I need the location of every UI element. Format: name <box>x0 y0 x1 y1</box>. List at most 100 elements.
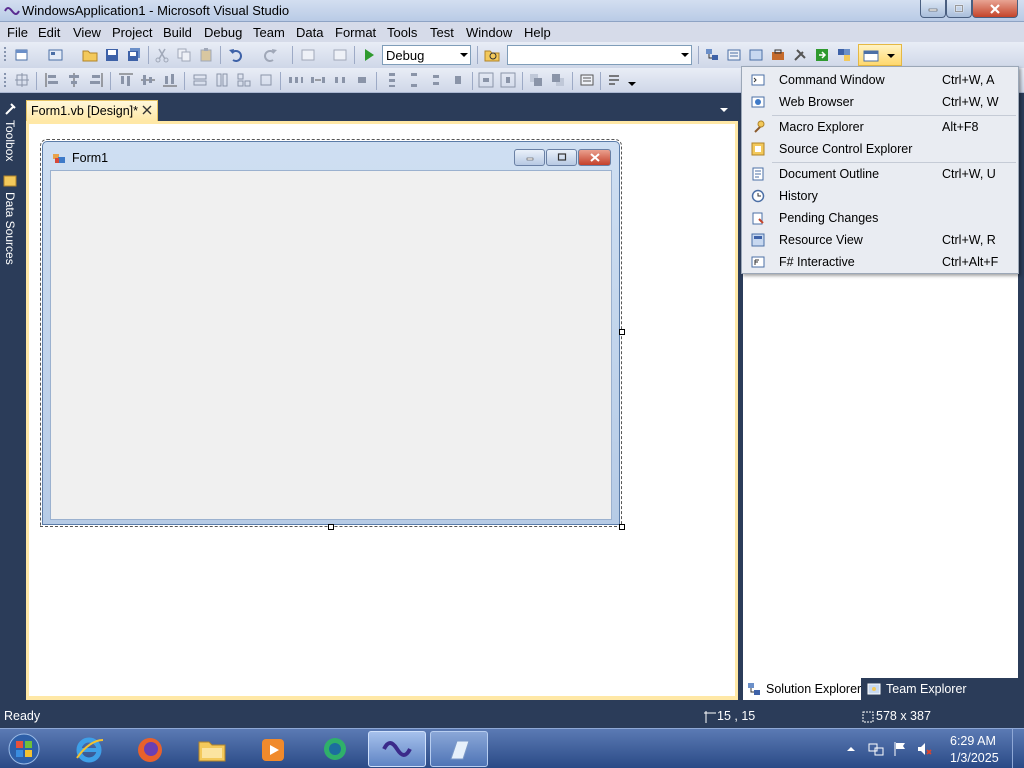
taskbar-visual-studio[interactable] <box>368 731 426 767</box>
copy-icon[interactable] <box>176 47 192 63</box>
solution-explorer-tab[interactable]: Solution Explorer <box>743 678 861 700</box>
align-centers-icon[interactable] <box>66 72 82 88</box>
add-item-icon[interactable] <box>48 47 64 63</box>
menu-item-fsharp-interactive[interactable]: F# Interactive Ctrl+Alt+F <box>744 251 1016 273</box>
bring-to-front-icon[interactable] <box>528 72 544 88</box>
menu-help[interactable]: Help <box>524 25 551 40</box>
navigate-backward-icon[interactable] <box>300 47 316 63</box>
toolbar-options-chevron-icon[interactable] <box>628 82 636 86</box>
align-to-grid-icon[interactable] <box>14 72 30 88</box>
save-all-icon[interactable] <box>126 47 142 63</box>
solution-configuration-combo[interactable]: Debug <box>382 45 471 65</box>
active-files-chevron-icon[interactable] <box>720 108 728 112</box>
windows-dropdown-button[interactable] <box>858 44 902 66</box>
align-rights-icon[interactable] <box>88 72 104 88</box>
data-sources-tab[interactable]: Data Sources <box>1 174 19 265</box>
tools-icon[interactable] <box>792 47 808 63</box>
menu-debug[interactable]: Debug <box>204 25 242 40</box>
team-explorer-tab[interactable]: Team Explorer <box>863 678 1003 700</box>
object-browser-icon[interactable] <box>748 47 764 63</box>
taskbar-internet-explorer[interactable] <box>60 731 118 767</box>
menu-tools[interactable]: Tools <box>387 25 417 40</box>
make-same-size-icon[interactable] <box>236 72 252 88</box>
menu-view[interactable]: View <box>73 25 101 40</box>
volume-muted-icon[interactable] <box>916 741 932 757</box>
toolbar-grip[interactable] <box>3 72 7 89</box>
form1-maximize-button[interactable] <box>546 149 577 166</box>
clock-date[interactable]: 1/3/2025 <box>950 751 999 765</box>
network-icon[interactable] <box>868 741 884 757</box>
align-lefts-icon[interactable] <box>44 72 60 88</box>
properties-window-icon[interactable] <box>726 47 742 63</box>
close-button[interactable] <box>972 0 1018 18</box>
center-vertically-icon[interactable] <box>500 72 516 88</box>
make-horizontal-spacing-equal-icon[interactable] <box>288 72 304 88</box>
menu-data[interactable]: Data <box>296 25 323 40</box>
menu-team[interactable]: Team <box>253 25 285 40</box>
menu-item-pending-changes[interactable]: Pending Changes <box>744 207 1016 229</box>
taskbar-media-player[interactable] <box>244 731 302 767</box>
navigate-forward-icon[interactable] <box>332 47 348 63</box>
extension-manager-icon[interactable] <box>836 47 852 63</box>
show-hidden-icons-chevron-icon[interactable] <box>846 743 862 759</box>
toolbox-window-icon[interactable] <box>770 47 786 63</box>
remove-vertical-spacing-icon[interactable] <box>450 72 466 88</box>
solution-explorer-icon[interactable] <box>704 47 720 63</box>
menu-item-document-outline[interactable]: Document Outline Ctrl+W, U <box>744 163 1016 185</box>
menu-item-history[interactable]: History <box>744 185 1016 207</box>
align-tops-icon[interactable] <box>118 72 134 88</box>
clock-time[interactable]: 6:29 AM <box>950 734 996 748</box>
start-debugging-icon[interactable] <box>361 47 377 63</box>
menu-item-macro-explorer[interactable]: Macro Explorer Alt+F8 <box>744 116 1016 138</box>
new-project-icon[interactable] <box>14 47 30 63</box>
menu-item-source-control-explorer[interactable]: Source Control Explorer <box>744 138 1016 160</box>
center-horizontally-icon[interactable] <box>478 72 494 88</box>
menu-window[interactable]: Window <box>466 25 512 40</box>
cut-icon[interactable] <box>154 47 170 63</box>
document-tab-form1-design[interactable]: Form1.vb [Design]* <box>26 100 158 121</box>
decrease-vertical-spacing-icon[interactable] <box>428 72 444 88</box>
taskbar-firefox[interactable] <box>121 731 179 767</box>
solution-explorer-pane[interactable] <box>743 268 1018 678</box>
menu-project[interactable]: Project <box>112 25 152 40</box>
resize-handle-right[interactable] <box>619 329 625 335</box>
form1-window[interactable]: Form1 <box>40 139 622 527</box>
menu-item-command-window[interactable]: Command Window Ctrl+W, A <box>744 69 1016 91</box>
undo-icon[interactable] <box>228 47 244 63</box>
find-combo[interactable] <box>507 45 692 65</box>
remove-horizontal-spacing-icon[interactable] <box>354 72 370 88</box>
menu-build[interactable]: Build <box>163 25 192 40</box>
close-tab-icon[interactable] <box>141 104 153 116</box>
taskbar-chat-app[interactable] <box>306 731 364 767</box>
menu-edit[interactable]: Edit <box>38 25 60 40</box>
action-center-flag-icon[interactable] <box>892 741 908 757</box>
save-icon[interactable] <box>104 47 120 63</box>
start-button[interactable] <box>4 730 46 768</box>
resize-handle-bottom-right[interactable] <box>619 524 625 530</box>
toolbox-tab[interactable]: Toolbox <box>1 102 19 172</box>
resize-handle-bottom[interactable] <box>328 524 334 530</box>
maximize-button[interactable] <box>946 0 972 18</box>
menu-test[interactable]: Test <box>430 25 454 40</box>
send-to-back-icon[interactable] <box>550 72 566 88</box>
make-vertical-spacing-equal-icon[interactable] <box>384 72 400 88</box>
increase-vertical-spacing-icon[interactable] <box>406 72 422 88</box>
toolbar-grip[interactable] <box>3 46 7 63</box>
align-middles-icon[interactable] <box>140 72 156 88</box>
redo-icon[interactable] <box>262 47 278 63</box>
increase-horizontal-spacing-icon[interactable] <box>310 72 326 88</box>
taskbar-app-window[interactable] <box>430 731 488 767</box>
align-bottoms-icon[interactable] <box>162 72 178 88</box>
start-page-icon[interactable] <box>814 47 830 63</box>
taskbar-file-explorer[interactable] <box>183 731 241 767</box>
lock-controls-icon[interactable] <box>606 72 622 88</box>
menu-item-resource-view[interactable]: Resource View Ctrl+W, R <box>744 229 1016 251</box>
open-folder-icon[interactable] <box>82 47 98 63</box>
form1-client-area[interactable] <box>50 170 612 520</box>
decrease-horizontal-spacing-icon[interactable] <box>332 72 348 88</box>
form1-close-button[interactable] <box>578 149 611 166</box>
show-desktop-button[interactable] <box>1012 729 1024 768</box>
find-in-files-icon[interactable] <box>484 47 500 63</box>
menu-item-web-browser[interactable]: Web Browser Ctrl+W, W <box>744 91 1016 113</box>
form1-minimize-button[interactable] <box>514 149 545 166</box>
